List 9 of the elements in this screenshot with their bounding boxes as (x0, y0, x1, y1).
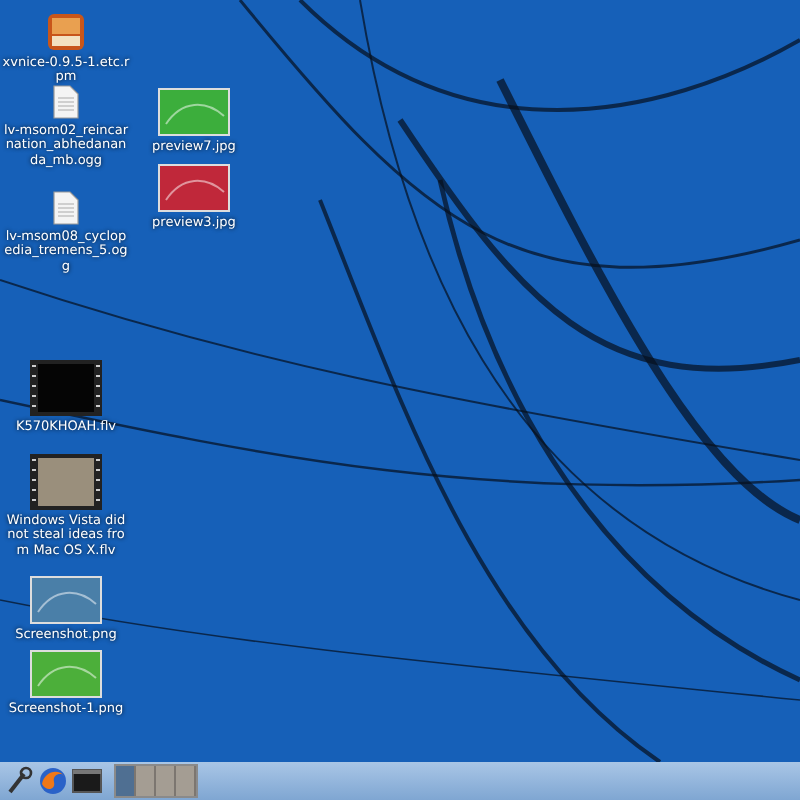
terminal-icon[interactable] (72, 766, 102, 796)
package-icon (46, 12, 86, 52)
workspace[interactable] (136, 766, 156, 796)
workspace[interactable] (156, 766, 176, 796)
document-icon (52, 84, 80, 120)
wrench-icon[interactable] (4, 766, 34, 796)
workspace[interactable] (116, 766, 136, 796)
document-icon (52, 190, 80, 226)
workspace[interactable] (176, 766, 196, 796)
